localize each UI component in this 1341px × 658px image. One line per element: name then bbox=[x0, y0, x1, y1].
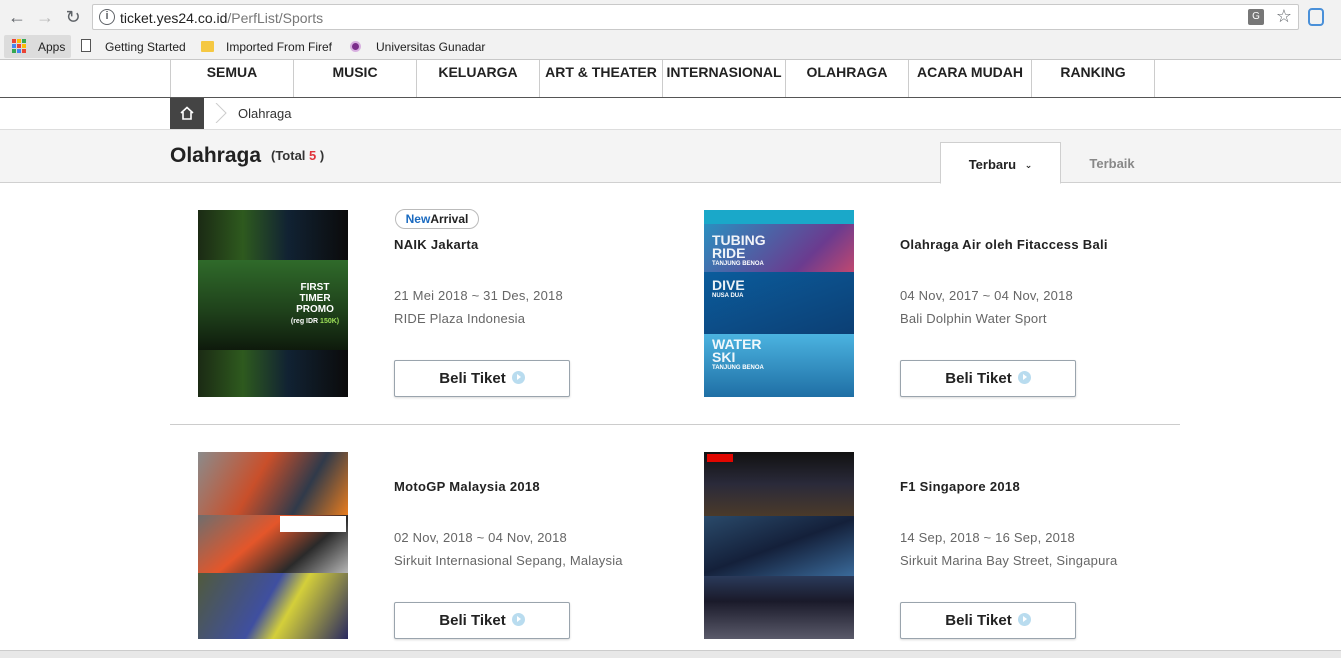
image-segment-3 bbox=[704, 576, 854, 639]
promo-price-value: 150K) bbox=[320, 318, 340, 325]
nav-item-keluarga[interactable]: KELUARGA bbox=[417, 60, 540, 97]
event-image-f1-singapore[interactable] bbox=[704, 452, 854, 639]
play-arrow-icon bbox=[1017, 613, 1031, 626]
event-venue: Sirkuit Marina Bay Street, Singapura bbox=[900, 553, 1118, 568]
page-icon bbox=[81, 39, 91, 52]
promo-line-3: PROMO bbox=[296, 304, 334, 315]
nav-item-art-theater[interactable]: ART & THEATER bbox=[540, 60, 663, 97]
image-sub-nusa-dua: NUSA DUA bbox=[712, 293, 744, 299]
event-venue: Bali Dolphin Water Sport bbox=[900, 311, 1047, 326]
promo-price-prefix: (reg IDR bbox=[290, 318, 321, 325]
apps-grid-icon bbox=[12, 39, 26, 53]
buy-ticket-label: Beli Tiket bbox=[945, 612, 1012, 629]
title-bar: Olahraga (Total 5 ) Terbaru ⌄ Terbaik bbox=[0, 130, 1341, 184]
event-venue: RIDE Plaza Indonesia bbox=[394, 311, 526, 326]
motogp-logo bbox=[280, 516, 346, 532]
university-favicon-icon bbox=[350, 41, 361, 52]
bookmarks-bar: Apps Getting Started Imported From Firef… bbox=[0, 34, 1341, 60]
buy-ticket-button[interactable]: Beli Tiket bbox=[394, 360, 570, 397]
breadcrumb: Olahraga bbox=[0, 98, 1341, 130]
event-title[interactable]: F1 Singapore 2018 bbox=[900, 479, 1020, 494]
image-segment-1 bbox=[198, 452, 348, 515]
event-title[interactable]: Olahraga Air oleh Fitaccess Bali bbox=[900, 237, 1108, 252]
info-icon[interactable]: i bbox=[99, 9, 115, 25]
total-count-label: (Total 5 ) bbox=[271, 148, 324, 163]
buy-ticket-label: Beli Tiket bbox=[439, 612, 506, 629]
bookmark-getting-started[interactable]: Getting Started bbox=[105, 38, 186, 56]
event-date: 21 Mei 2018 ~ 31 Des, 2018 bbox=[394, 288, 563, 303]
buy-ticket-button[interactable]: Beli Tiket bbox=[394, 602, 570, 639]
nav-item-olahraga[interactable]: OLAHRAGA bbox=[786, 60, 909, 97]
image-segment-2 bbox=[704, 516, 854, 576]
page-title: Olahraga bbox=[170, 144, 262, 167]
badge-new: New bbox=[405, 212, 431, 226]
total-suffix: ) bbox=[316, 148, 325, 163]
tab-terbaru-label: Terbaru bbox=[968, 157, 1017, 172]
f1-logo bbox=[707, 454, 733, 462]
url-path: /PerfList/Sports bbox=[227, 10, 324, 26]
image-label-dive: DIVE bbox=[712, 277, 745, 293]
promo-line-1: FIRST bbox=[300, 282, 330, 293]
bookmark-apps-label[interactable]: Apps bbox=[38, 38, 65, 56]
home-icon bbox=[180, 106, 194, 120]
tab-terbaru[interactable]: Terbaru ⌄ bbox=[940, 142, 1061, 184]
event-date: 02 Nov, 2018 ~ 04 Nov, 2018 bbox=[394, 530, 567, 545]
url-text[interactable]: ticket.yes24.co.id/PerfList/Sports bbox=[120, 10, 323, 26]
browser-toolbar: ← → ↻ i ticket.yes24.co.id/PerfList/Spor… bbox=[0, 0, 1341, 34]
bookmark-star-icon[interactable]: ☆ bbox=[1276, 6, 1292, 27]
row-divider bbox=[170, 424, 1180, 425]
buy-ticket-button[interactable]: Beli Tiket bbox=[900, 360, 1076, 397]
event-venue: Sirkuit Internasional Sepang, Malaysia bbox=[394, 553, 623, 568]
event-image-motogp-malaysia[interactable] bbox=[198, 452, 348, 639]
folder-icon bbox=[201, 41, 214, 52]
badge-arrival: Arrival bbox=[430, 212, 469, 226]
buy-ticket-button[interactable]: Beli Tiket bbox=[900, 602, 1076, 639]
nav-item-ranking[interactable]: RANKING bbox=[1032, 60, 1155, 97]
reload-icon[interactable]: ↻ bbox=[62, 6, 84, 28]
breadcrumb-chevron-icon bbox=[215, 103, 227, 123]
breadcrumb-current: Olahraga bbox=[238, 106, 292, 121]
home-button[interactable] bbox=[170, 98, 204, 129]
event-date: 04 Nov, 2017 ~ 04 Nov, 2018 bbox=[900, 288, 1073, 303]
bottom-scroll-area bbox=[0, 650, 1341, 658]
image-sub-tanjung-benoa: TANJUNG BENOA bbox=[712, 261, 764, 267]
play-arrow-icon bbox=[511, 371, 525, 384]
event-title[interactable]: MotoGP Malaysia 2018 bbox=[394, 479, 540, 494]
promo-text: FIRST TIMER PROMO (reg IDR 150K) bbox=[284, 282, 346, 327]
forward-arrow-icon[interactable]: → bbox=[34, 6, 56, 28]
extension-icon[interactable] bbox=[1308, 8, 1324, 26]
nav-item-acara-mudah[interactable]: ACARA MUDAH bbox=[909, 60, 1032, 97]
image-label-ride: RIDE bbox=[712, 245, 746, 261]
event-date: 14 Sep, 2018 ~ 16 Sep, 2018 bbox=[900, 530, 1075, 545]
event-image-fitaccess-bali[interactable]: TUBING RIDE TANJUNG BENOA DIVE NUSA DUA … bbox=[704, 210, 854, 397]
play-arrow-icon bbox=[511, 613, 525, 626]
event-title[interactable]: NAIK Jakarta bbox=[394, 237, 479, 252]
event-image-naik-jakarta[interactable]: FIRST TIMER PROMO (reg IDR 150K) bbox=[198, 210, 348, 397]
buy-ticket-label: Beli Tiket bbox=[945, 370, 1012, 387]
buy-ticket-label: Beli Tiket bbox=[439, 370, 506, 387]
tab-terbaik[interactable]: Terbaik bbox=[1062, 142, 1162, 184]
image-sub-tanjung-benoa-2: TANJUNG BENOA bbox=[712, 365, 764, 371]
total-prefix: (Total bbox=[271, 148, 310, 163]
bookmark-imported-from-firefox[interactable]: Imported From Firef bbox=[226, 38, 332, 56]
new-arrival-badge: NewArrival bbox=[395, 209, 479, 229]
nav-item-internasional[interactable]: INTERNASIONAL bbox=[663, 60, 786, 97]
nav-item-music[interactable]: MUSIC bbox=[294, 60, 417, 97]
bookmark-universitas-gunadarma[interactable]: Universitas Gunadar bbox=[376, 38, 486, 56]
image-segment-3 bbox=[198, 573, 348, 639]
chevron-down-icon: ⌄ bbox=[1024, 160, 1033, 170]
translate-icon[interactable]: G bbox=[1248, 9, 1264, 25]
promo-line-2: TIMER bbox=[299, 293, 331, 304]
play-arrow-icon bbox=[1017, 371, 1031, 384]
url-host: ticket.yes24.co.id bbox=[120, 10, 228, 26]
nav-item-semua[interactable]: SEMUA bbox=[171, 60, 294, 97]
promo-price: (reg IDR 150K) bbox=[284, 316, 346, 327]
category-nav: SEMUA MUSIC KELUARGA ART & THEATER INTER… bbox=[0, 60, 1341, 98]
image-label-ski: SKI bbox=[712, 349, 736, 365]
back-arrow-icon[interactable]: ← bbox=[6, 6, 28, 28]
address-bar[interactable]: i ticket.yes24.co.id/PerfList/Sports G ☆ bbox=[92, 4, 1299, 30]
image-top-strip bbox=[704, 210, 854, 224]
